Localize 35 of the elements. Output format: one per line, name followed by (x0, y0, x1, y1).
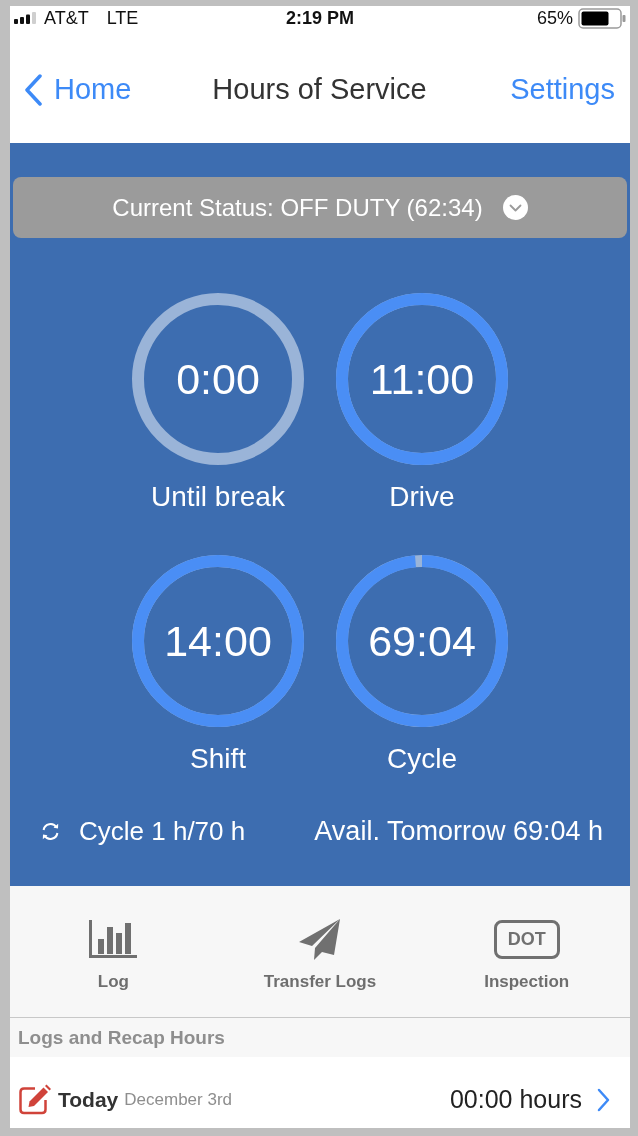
row-title: Today (58, 1087, 119, 1112)
edit-icon (18, 1084, 51, 1115)
toolbar-button[interactable]: Log (89, 916, 138, 992)
screen-title: Hours of Service (212, 73, 427, 106)
timer-value: 0:00 (176, 354, 260, 404)
refresh-icon (40, 820, 61, 842)
battery-percent: 65% (536, 7, 573, 29)
section-title: Logs and Recap Hours (18, 1026, 225, 1049)
timer-label: Until break (151, 480, 285, 514)
log-row[interactable]: Today December 3rd 00:00 hours (10, 1057, 630, 1128)
network-type: LTE (106, 7, 139, 29)
timer-value: 69:04 (368, 616, 476, 666)
cycle-hours-text: Cycle 1 h/70 h (79, 815, 246, 847)
toolbar-button[interactable]: Transfer Logs (263, 916, 377, 992)
battery-icon (578, 7, 626, 29)
dot-badge: DOT (493, 919, 560, 959)
available-hours-text: Avail. Tomorrow 69:04 h (314, 815, 603, 847)
timer-label: Cycle (387, 742, 457, 776)
carrier-name: AT&T (44, 7, 89, 29)
back-button[interactable]: Home (24, 73, 132, 106)
chevron-right-icon (597, 1087, 610, 1112)
toolbar-button[interactable]: DOT Inspection (484, 916, 570, 992)
bar-chart-icon (89, 920, 138, 958)
row-hours: 00:00 hours (449, 1085, 582, 1114)
timer-value: 11:00 (369, 354, 475, 404)
chevron-left-icon (24, 73, 42, 106)
settings-button[interactable]: Settings (510, 73, 615, 106)
status-time: 2:19 PM (286, 7, 354, 29)
chevron-down-circle-icon (502, 195, 528, 220)
row-date: December 3rd (124, 1089, 232, 1110)
timer-label: Shift (190, 742, 246, 776)
timer-value: 14:00 (164, 616, 272, 666)
signal-icon (14, 12, 38, 24)
status-dropdown[interactable]: Current Status: OFF DUTY (62:34) (13, 177, 627, 238)
timer-label: Drive (389, 480, 455, 514)
